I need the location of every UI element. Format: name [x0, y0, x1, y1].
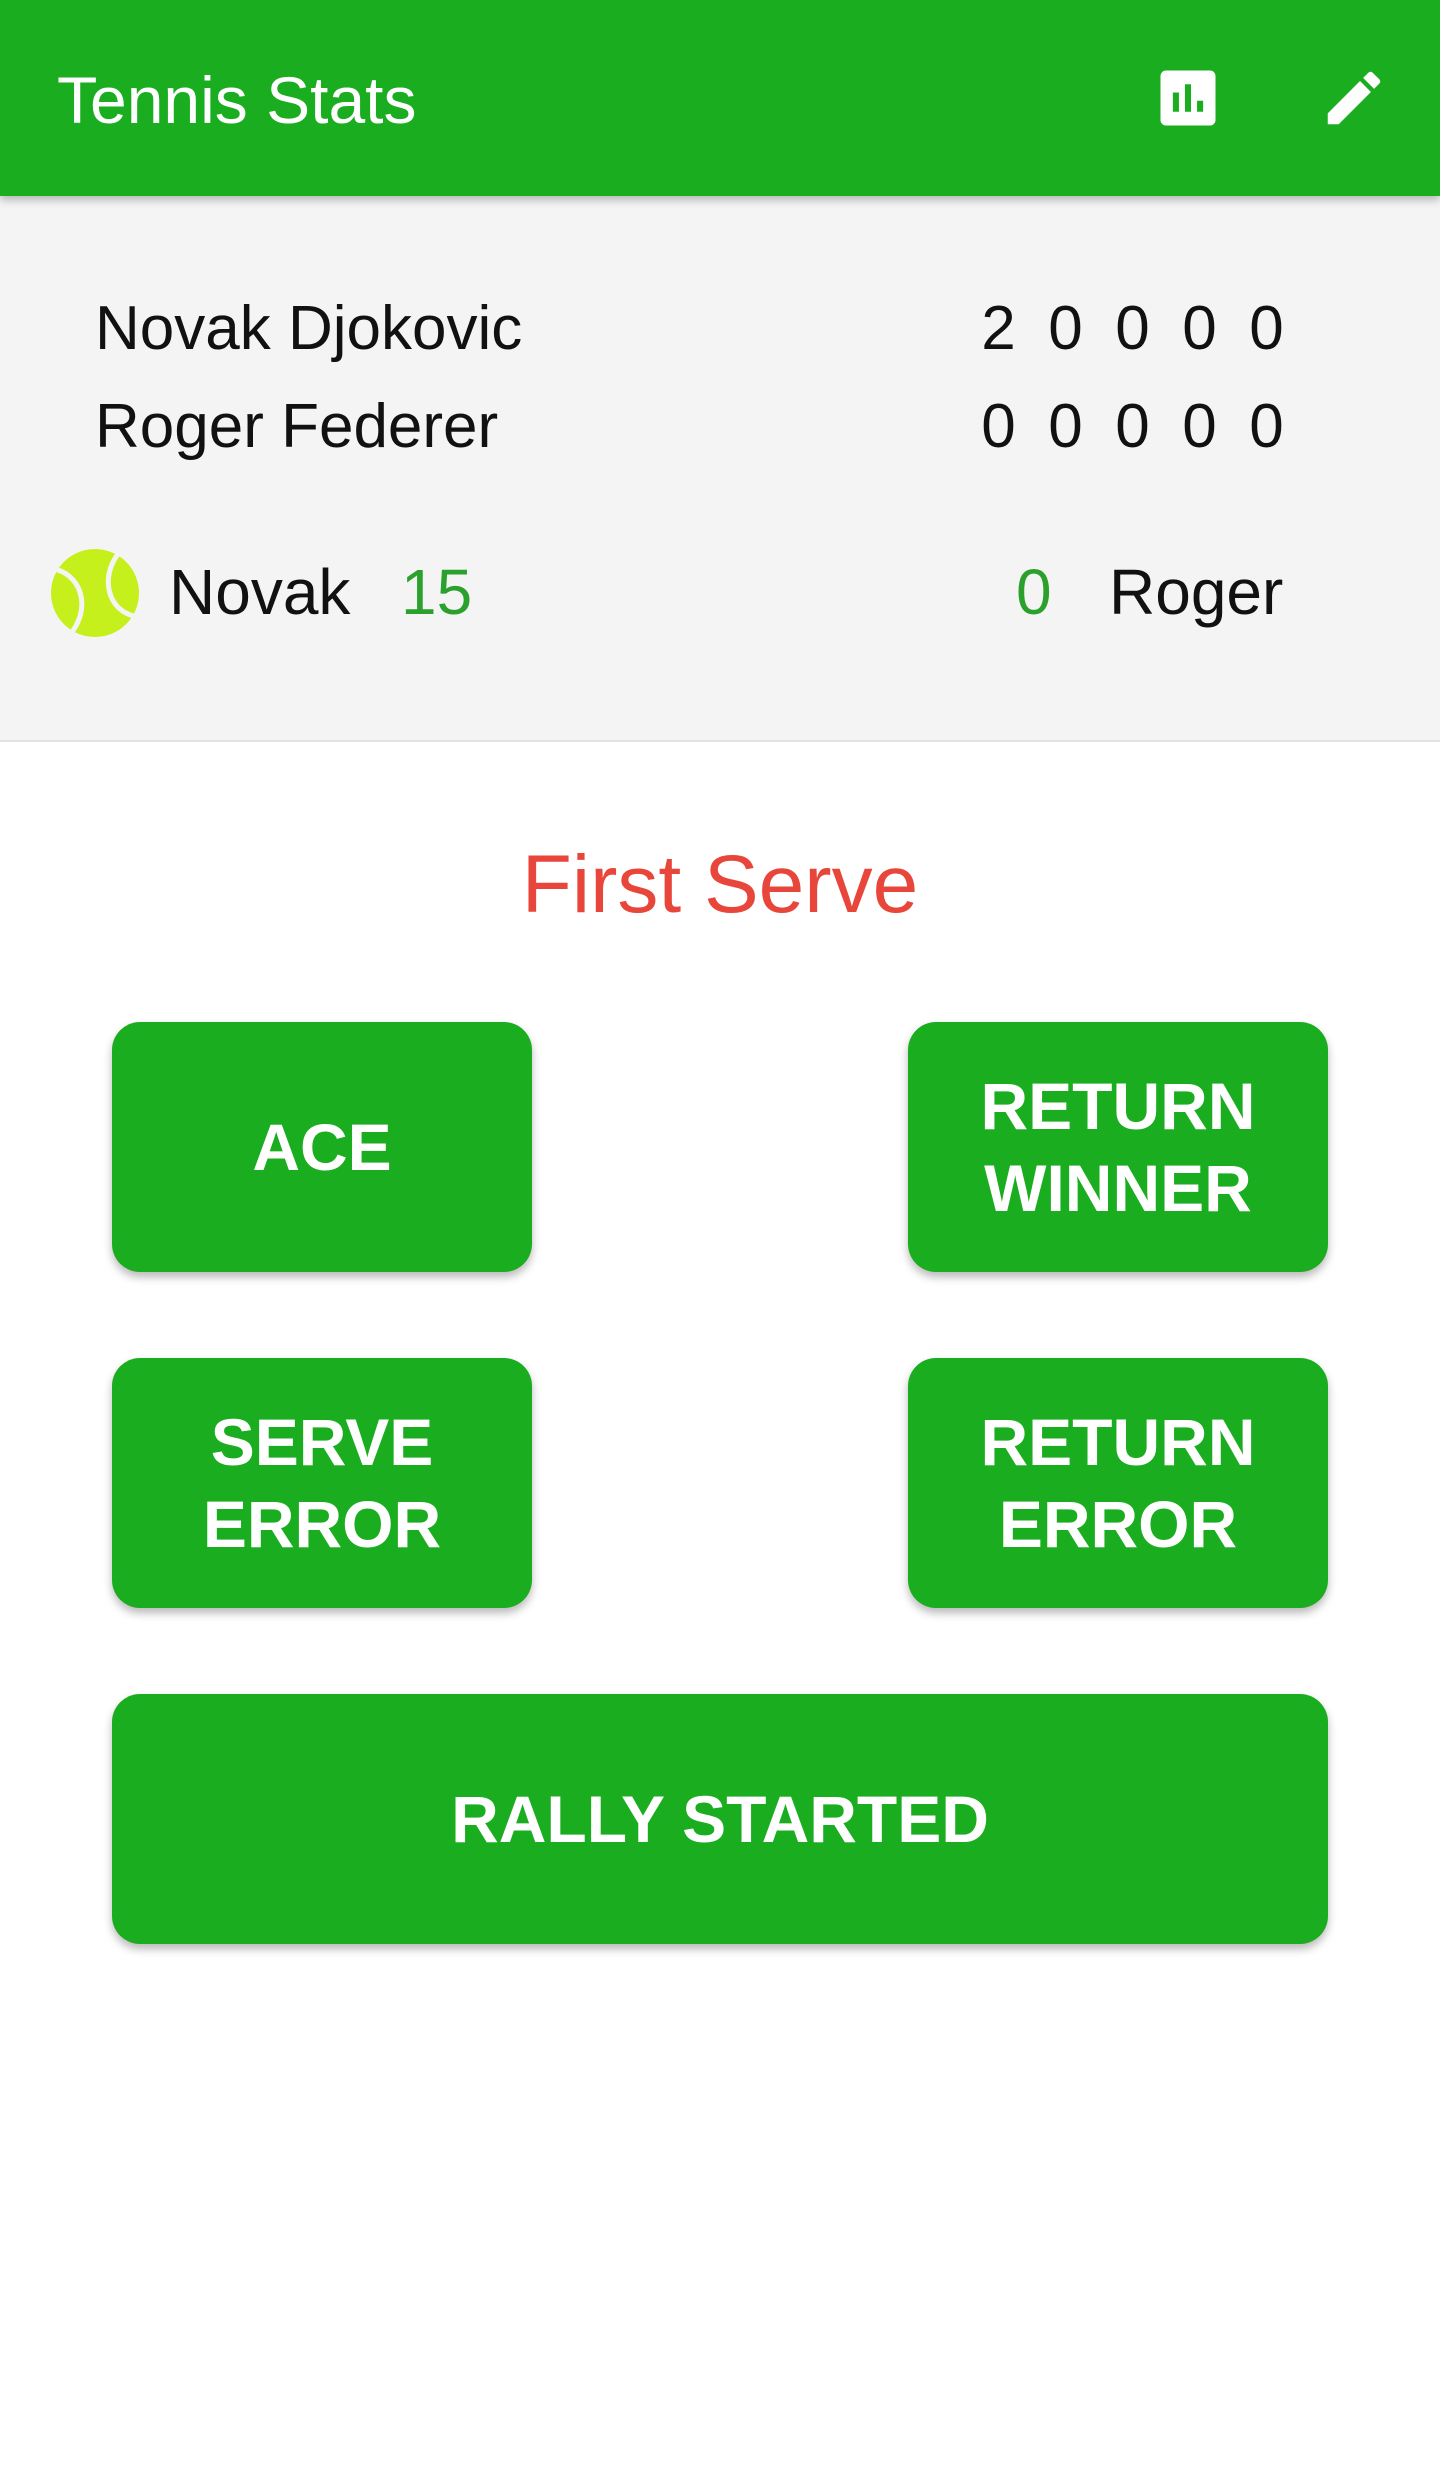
app-title: Tennis Stats	[57, 63, 417, 137]
player-1-name: Novak Djokovic	[95, 294, 523, 363]
server-name: Novak	[169, 556, 351, 628]
tennis-ball-icon	[50, 548, 140, 638]
ace-button[interactable]: ACE	[112, 1022, 532, 1272]
receiver-name: Roger	[1109, 556, 1284, 628]
set-score: 0	[1182, 294, 1217, 363]
set-score: 0	[1048, 392, 1083, 461]
set-score: 0	[1115, 392, 1150, 461]
player-1-set-scores: 2 0 0 0 0	[965, 292, 1300, 366]
set-score: 0	[1048, 294, 1083, 363]
set-score: 0	[1249, 392, 1284, 461]
set-score: 0	[981, 392, 1016, 461]
set-score: 2	[981, 294, 1016, 363]
return-error-button[interactable]: RETURN ERROR	[908, 1358, 1328, 1608]
bar-chart-icon[interactable]	[1152, 62, 1224, 134]
return-winner-button[interactable]: RETURN WINNER	[908, 1022, 1328, 1272]
set-score: 0	[1249, 294, 1284, 363]
rally-started-button[interactable]: RALLY STARTED	[112, 1694, 1328, 1944]
server-points: 15	[401, 556, 473, 628]
receiver-points: 0	[1016, 556, 1052, 628]
scoreboard: Novak Djokovic 2 0 0 0 0 Roger Federer 0…	[0, 196, 1440, 742]
serve-status-label: First Serve	[521, 839, 919, 930]
player-2-set-scores: 0 0 0 0 0	[965, 390, 1300, 464]
app-bar: Tennis Stats	[0, 0, 1440, 196]
player-2-name: Roger Federer	[95, 392, 499, 461]
pencil-icon[interactable]	[1318, 62, 1390, 134]
serve-error-button[interactable]: SERVE ERROR	[112, 1358, 532, 1608]
set-score: 0	[1182, 392, 1217, 461]
set-score: 0	[1115, 294, 1150, 363]
